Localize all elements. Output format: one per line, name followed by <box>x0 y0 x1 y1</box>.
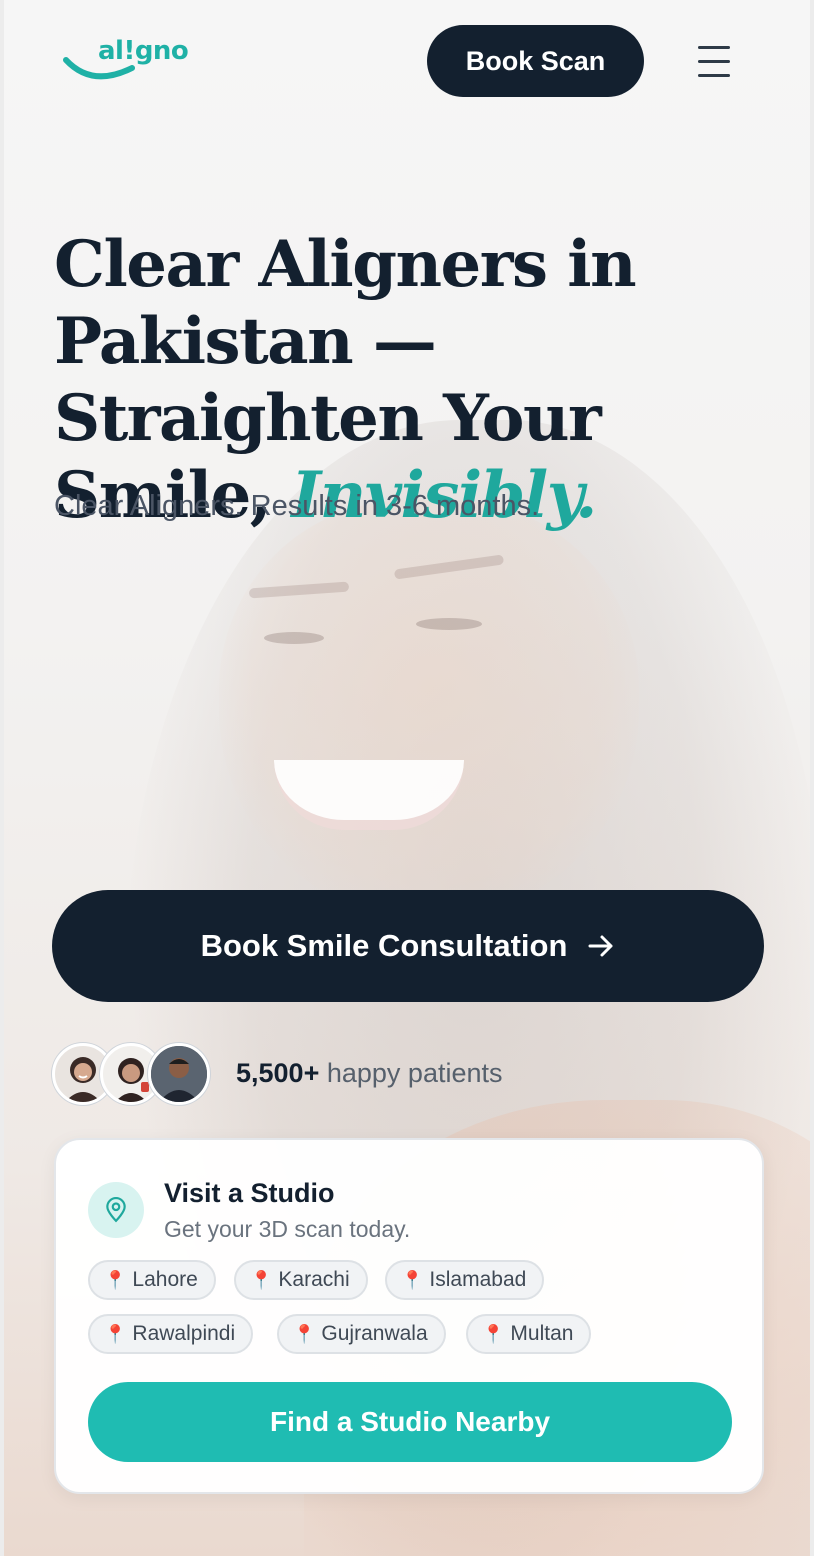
city-chip-label: Karachi <box>278 1268 350 1291</box>
city-chip-label: Rawalpindi <box>132 1322 236 1345</box>
map-pin-icon: 📍 <box>250 1269 273 1290</box>
city-chip-label: Lahore <box>132 1268 198 1291</box>
map-pin-icon: 📍 <box>293 1323 316 1344</box>
map-pin-icon: 📍 <box>401 1269 424 1290</box>
city-chip-islamabad[interactable]: 📍 Islamabad <box>385 1260 545 1300</box>
city-chip-gujranwala[interactable]: 📍 Gujranwala <box>277 1314 446 1354</box>
logo[interactable]: al!gno <box>62 36 202 88</box>
hamburger-menu-icon[interactable] <box>694 42 734 80</box>
page: al!gno Book Scan Clear Aligners in Pakis… <box>4 0 810 1556</box>
card-subtitle: Get your 3D scan today. <box>164 1216 411 1242</box>
city-chip-label: Gujranwala <box>321 1322 428 1345</box>
patients-number: 5,500+ <box>236 1058 320 1088</box>
location-pin-icon <box>88 1182 144 1238</box>
arrow-right-icon <box>588 935 613 957</box>
find-studio-nearby-button[interactable]: Find a Studio Nearby <box>88 1382 732 1462</box>
visit-studio-card: Visit a Studio Get your 3D scan today. 📍… <box>54 1138 764 1494</box>
card-title: Visit a Studio <box>164 1178 335 1208</box>
hero-subheadline: Clear Aligners. Results in 3-6 months. <box>54 490 540 522</box>
hero-headline: Clear Aligners in Pakistan — Straighten … <box>54 226 774 534</box>
patients-label: happy patients <box>326 1058 503 1088</box>
city-chip-karachi[interactable]: 📍 Karachi <box>234 1260 368 1300</box>
patient-avatars <box>52 1043 222 1107</box>
city-chip-rawalpindi[interactable]: 📍 Rawalpindi <box>88 1314 254 1354</box>
book-scan-button[interactable]: Book Scan <box>427 25 644 97</box>
cta-label: Book Smile Consultation <box>200 928 568 963</box>
city-chip-multan[interactable]: 📍 Multan <box>466 1314 592 1354</box>
map-pin-icon: 📍 <box>482 1323 505 1344</box>
happy-patients-count: 5,500+ happy patients <box>236 1058 503 1089</box>
logo-text: al!gno <box>98 36 189 66</box>
city-chip-lahore[interactable]: 📍 Lahore <box>88 1260 216 1300</box>
map-pin-icon: 📍 <box>104 1269 127 1290</box>
book-smile-consultation-button[interactable]: Book Smile Consultation <box>52 890 764 1002</box>
city-chip-label: Multan <box>510 1322 574 1345</box>
map-pin-icon: 📍 <box>104 1323 127 1344</box>
city-chip-label: Islamabad <box>429 1268 527 1291</box>
avatar <box>148 1043 210 1105</box>
